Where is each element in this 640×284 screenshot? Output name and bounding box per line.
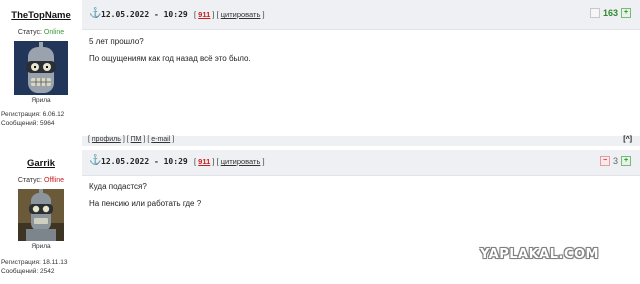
post-body: Куда подастся? На пенсию или работать гд… bbox=[89, 178, 201, 212]
up-arrow-icon: ^ bbox=[625, 136, 630, 143]
author-nick[interactable]: Garrik bbox=[0, 158, 82, 169]
post-body: 5 лет прошло? По ощущениям как год назад… bbox=[89, 33, 251, 67]
rating-score: 3 bbox=[612, 156, 618, 166]
author-registered: Регистрация: 18.11.13 bbox=[1, 259, 68, 266]
post-number-link[interactable]: 911 bbox=[198, 10, 210, 19]
author-panel: Garrik Статус: Offline Ярила Регистрация… bbox=[0, 150, 82, 284]
footer-links: [ профиль ] [ ПМ ] [ e-mail ] bbox=[88, 136, 175, 143]
rating-block: 163 + bbox=[589, 8, 631, 18]
post-header: ⚓ 12.05.2022 - 10:29 [ 911 ] [ цитироват… bbox=[82, 150, 640, 176]
email-link[interactable]: e-mail bbox=[151, 136, 170, 143]
status-label: Статус: bbox=[17, 29, 44, 36]
post-links: [ 911 ] [ цитировать ] bbox=[194, 157, 265, 166]
post-line: На пенсию или работать где ? bbox=[89, 199, 202, 208]
rating-block: − 3 + bbox=[599, 156, 631, 166]
author-panel: TheTopName Статус: Online Ярила Регистра… bbox=[0, 0, 82, 146]
status-label: Статус: bbox=[17, 177, 44, 184]
post-2: Garrik Статус: Offline Ярила Регистрация… bbox=[0, 150, 640, 284]
post-line: 5 лет прошло? bbox=[89, 37, 144, 46]
rating-score: 163 bbox=[602, 8, 618, 18]
avatar[interactable] bbox=[14, 41, 68, 95]
rate-up-button[interactable]: + bbox=[621, 8, 631, 18]
profile-link[interactable]: профиль bbox=[92, 136, 121, 143]
anchor-icon[interactable]: ⚓ bbox=[89, 155, 101, 166]
post-1: TheTopName Статус: Online Ярила Регистра… bbox=[0, 0, 640, 146]
anchor-icon[interactable]: ⚓ bbox=[89, 8, 101, 19]
scroll-top-button[interactable]: [^] bbox=[623, 136, 632, 143]
cite-link[interactable]: цитировать bbox=[221, 157, 261, 166]
rate-up-button[interactable]: + bbox=[621, 156, 631, 166]
cite-link[interactable]: цитировать bbox=[221, 10, 261, 19]
author-messages: Сообщений: 5964 bbox=[1, 120, 55, 127]
author-status: Статус: Online bbox=[0, 29, 82, 36]
author-rank: Ярила bbox=[31, 243, 51, 250]
post-header: ⚓ 12.05.2022 - 10:29 [ 911 ] [ цитироват… bbox=[82, 0, 640, 30]
author-nick[interactable]: TheTopName bbox=[0, 10, 82, 21]
post-links: [ 911 ] [ цитировать ] bbox=[194, 10, 265, 19]
post-date: 12.05.2022 - 10:29 bbox=[101, 157, 188, 166]
rate-down-button[interactable]: − bbox=[599, 156, 610, 166]
author-messages: Сообщений: 2542 bbox=[1, 268, 55, 275]
author-registered: Регистрация: 6.06.12 bbox=[1, 111, 65, 118]
post-line: По ощущениям как год назад всё это было. bbox=[89, 54, 251, 63]
status-offline: Offline bbox=[43, 177, 65, 184]
status-online: Online bbox=[43, 29, 65, 36]
post-footer: [ профиль ] [ ПМ ] [ e-mail ] [^] bbox=[82, 136, 640, 146]
post-date: 12.05.2022 - 10:29 bbox=[101, 10, 188, 19]
pm-link[interactable]: ПМ bbox=[131, 136, 142, 143]
rate-neutral-button[interactable] bbox=[589, 8, 600, 18]
post-line: Куда подастся? bbox=[89, 182, 147, 191]
site-watermark: YAPLAKAL.COM bbox=[480, 247, 599, 262]
avatar[interactable] bbox=[18, 189, 64, 241]
author-status: Статус: Offline bbox=[0, 177, 82, 184]
post-number-link[interactable]: 911 bbox=[198, 157, 210, 166]
author-rank: Ярила bbox=[31, 97, 51, 104]
